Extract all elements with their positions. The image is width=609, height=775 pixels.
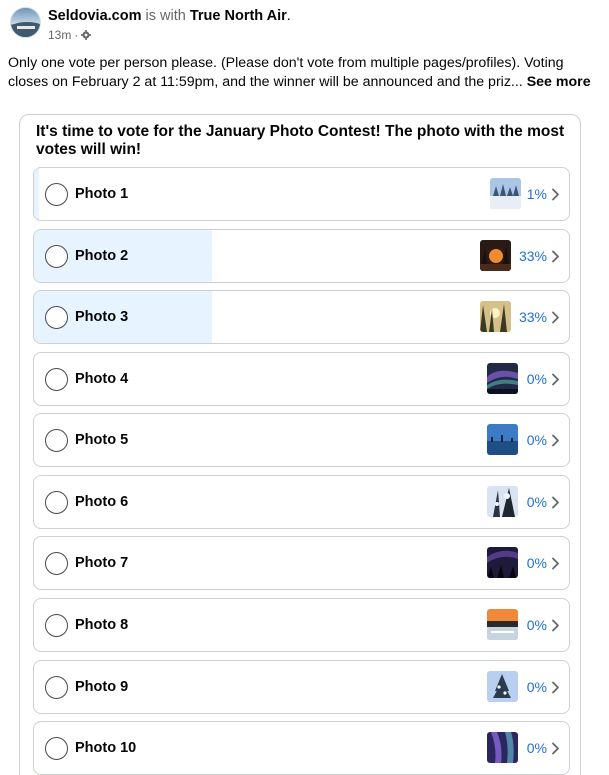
meta-separator: · bbox=[74, 28, 79, 42]
poll-option-label: Photo 5 bbox=[75, 432, 129, 448]
radio-button[interactable] bbox=[45, 306, 68, 329]
period: . bbox=[286, 8, 291, 24]
poll-percentage: 0% bbox=[526, 494, 547, 510]
post-author-line: Seldovia.com is with True North Air. bbox=[48, 8, 291, 24]
poll-option-label: Photo 1 bbox=[75, 186, 129, 202]
post-body: Only one vote per person please. (Please… bbox=[8, 54, 598, 92]
page-name-link[interactable]: Seldovia.com bbox=[48, 8, 141, 24]
poll-option[interactable]: Photo 8 0% bbox=[33, 598, 570, 652]
poll-percentage: 0% bbox=[526, 617, 547, 633]
poll-option-label: Photo 9 bbox=[75, 679, 129, 695]
poll-option-label: Photo 7 bbox=[75, 555, 129, 571]
chevron-right-icon[interactable] bbox=[551, 681, 560, 694]
sunset-trees-thumbnail[interactable] bbox=[480, 240, 511, 271]
page-avatar[interactable] bbox=[10, 7, 41, 38]
radio-button[interactable] bbox=[45, 368, 68, 391]
post-body-text: Only one vote per person please. (Please… bbox=[8, 55, 564, 90]
chevron-right-icon[interactable] bbox=[551, 250, 560, 263]
poll-option-label: Photo 6 bbox=[75, 494, 129, 510]
radio-button[interactable] bbox=[45, 429, 68, 452]
post-timestamp[interactable]: 13m bbox=[48, 28, 71, 42]
poll-option[interactable]: Photo 2 33% bbox=[33, 229, 570, 283]
poll-option[interactable]: Photo 6 0% bbox=[33, 475, 570, 529]
poll-result-bar bbox=[34, 168, 39, 220]
poll-percentage: 0% bbox=[526, 740, 547, 756]
chevron-right-icon[interactable] bbox=[551, 496, 560, 509]
forest-sunrise-thumbnail[interactable] bbox=[480, 301, 511, 332]
poll-option-label: Photo 2 bbox=[75, 248, 129, 264]
poll-option[interactable]: Photo 5 0% bbox=[33, 413, 570, 467]
chevron-right-icon[interactable] bbox=[551, 188, 560, 201]
snowy-trees-thumbnail[interactable] bbox=[490, 178, 521, 209]
poll-option[interactable]: Photo 4 0% bbox=[33, 352, 570, 406]
snowy-tree-closeup-thumbnail[interactable] bbox=[487, 486, 518, 517]
poll-option[interactable]: Photo 1 1% bbox=[33, 167, 570, 221]
poll-option[interactable]: Photo 3 33% bbox=[33, 290, 570, 344]
gear-icon[interactable] bbox=[81, 30, 92, 40]
radio-button[interactable] bbox=[45, 614, 68, 637]
poll-card: It's time to vote for the January Photo … bbox=[19, 114, 581, 775]
chevron-right-icon[interactable] bbox=[551, 373, 560, 386]
radio-button[interactable] bbox=[45, 245, 68, 268]
poll-percentage: 33% bbox=[518, 248, 547, 264]
radio-button[interactable] bbox=[45, 183, 68, 206]
poll-option[interactable]: Photo 7 0% bbox=[33, 536, 570, 590]
poll-option-label: Photo 10 bbox=[75, 740, 137, 756]
post-meta: 13m · bbox=[48, 28, 92, 42]
see-more-link[interactable]: See more bbox=[527, 74, 591, 90]
chevron-right-icon[interactable] bbox=[551, 619, 560, 632]
aurora-thumbnail[interactable] bbox=[487, 363, 518, 394]
poll-percentage: 0% bbox=[526, 679, 547, 695]
with-text: is with bbox=[145, 8, 186, 24]
radio-button[interactable] bbox=[45, 737, 68, 760]
poll-option[interactable]: Photo 10 0% bbox=[33, 721, 570, 775]
chevron-right-icon[interactable] bbox=[551, 557, 560, 570]
avatar-hill bbox=[11, 22, 40, 37]
radio-button[interactable] bbox=[45, 552, 68, 575]
poll-percentage: 33% bbox=[518, 309, 547, 325]
frosted-tree-thumbnail[interactable] bbox=[487, 671, 518, 702]
poll-question: It's time to vote for the January Photo … bbox=[36, 123, 565, 158]
chevron-right-icon[interactable] bbox=[551, 311, 560, 324]
purple-aurora-thumbnail[interactable] bbox=[487, 732, 518, 763]
blue-dusk-thumbnail[interactable] bbox=[487, 424, 518, 455]
poll-percentage: 0% bbox=[526, 555, 547, 571]
poll-percentage: 0% bbox=[526, 371, 547, 387]
avatar-town bbox=[17, 26, 35, 29]
poll-percentage: 1% bbox=[526, 186, 547, 202]
night-sky-thumbnail[interactable] bbox=[487, 547, 518, 578]
poll-option[interactable]: Photo 9 0% bbox=[33, 660, 570, 714]
chevron-right-icon[interactable] bbox=[551, 434, 560, 447]
radio-button[interactable] bbox=[45, 491, 68, 514]
tagged-partner-link[interactable]: True North Air bbox=[190, 8, 287, 24]
post-header: Seldovia.com is with True North Air. 13m… bbox=[10, 7, 600, 43]
poll-percentage: 0% bbox=[526, 432, 547, 448]
radio-button[interactable] bbox=[45, 676, 68, 699]
orange-sunset-water-thumbnail[interactable] bbox=[487, 609, 518, 640]
poll-option-label: Photo 8 bbox=[75, 617, 129, 633]
chevron-right-icon[interactable] bbox=[551, 742, 560, 755]
poll-option-label: Photo 4 bbox=[75, 371, 129, 387]
poll-option-label: Photo 3 bbox=[75, 309, 129, 325]
